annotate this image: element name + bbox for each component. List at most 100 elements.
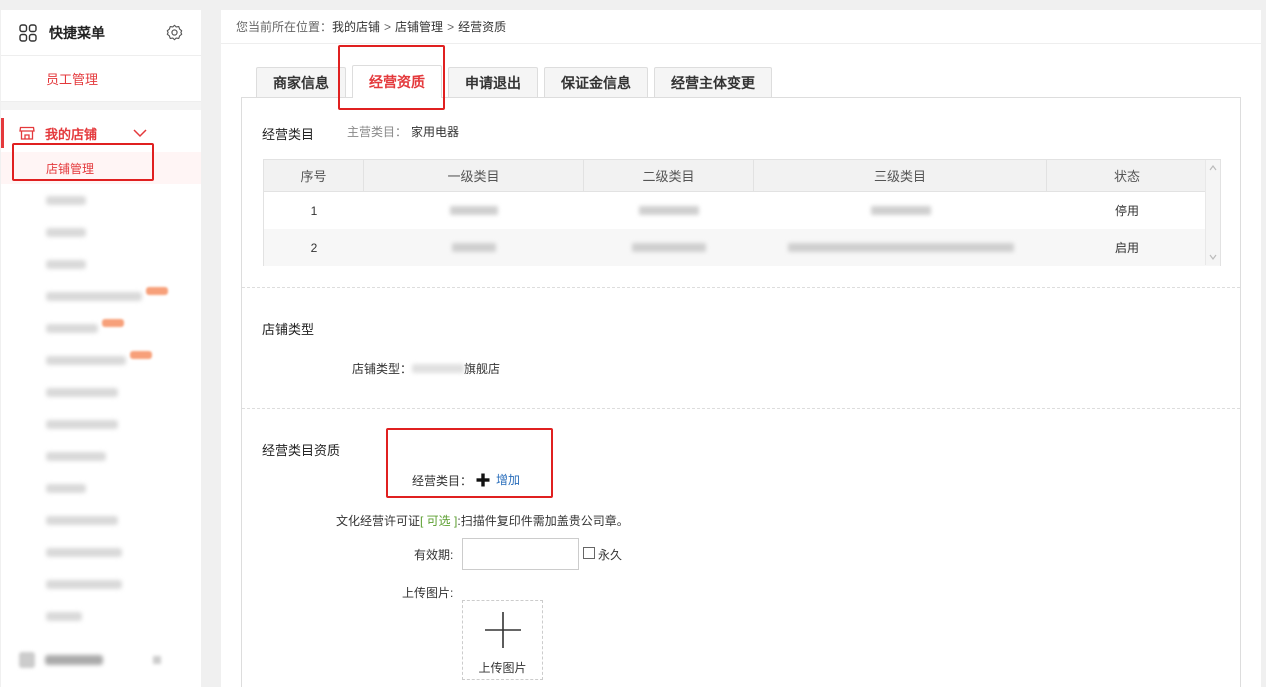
- tab-qualification[interactable]: 经营资质: [352, 65, 442, 98]
- sidebar-item-redacted[interactable]: [1, 568, 201, 600]
- annotation-box-store-management: [12, 143, 154, 181]
- new-badge: [130, 351, 152, 359]
- validity-date-input[interactable]: [462, 538, 579, 570]
- annotation-box-add-category: [386, 428, 553, 498]
- sidebar-item-redacted[interactable]: [1, 216, 201, 248]
- sidebar-item-redacted[interactable]: [1, 376, 201, 408]
- quick-item-staff[interactable]: 员工管理: [1, 56, 201, 102]
- table-scrollbar[interactable]: [1205, 160, 1220, 265]
- redacted-text: [787, 243, 1014, 252]
- redacted-text: [46, 227, 86, 237]
- redacted-text: [46, 419, 118, 429]
- upload-label: 上传图片:: [402, 586, 454, 600]
- column-header-level3: 三级类目: [754, 160, 1047, 191]
- redacted-text: [46, 387, 118, 397]
- license-description: 文化经营许可证[ 可选 ]:扫描件复印件需加盖贵公司章。: [336, 512, 629, 529]
- redacted-text: [46, 451, 106, 461]
- column-header-level1: 一级类目: [364, 160, 584, 191]
- breadcrumb: 您当前所在位置： 我的店铺 > 店铺管理 > 经营资质: [221, 10, 1261, 44]
- redacted-text: [46, 579, 122, 589]
- chevron-right-icon: [153, 656, 161, 664]
- redacted-text: [450, 206, 498, 215]
- column-header-status: 状态: [1113, 169, 1140, 184]
- breadcrumb-item-store-management[interactable]: 店铺管理: [395, 18, 443, 35]
- breadcrumb-separator: >: [447, 19, 455, 34]
- upload-image-button[interactable]: 上传图片: [462, 600, 543, 680]
- row-status[interactable]: 启用: [1047, 229, 1207, 266]
- sidebar-item-redacted[interactable]: [1, 344, 201, 376]
- redacted-text: [46, 483, 86, 493]
- redacted-text: [46, 355, 126, 365]
- category-table: 序号 一级类目 二级类目 三级类目 状态 1 停用 2 启用: [263, 159, 1221, 266]
- active-indicator: [1, 118, 4, 148]
- grid-icon: [19, 23, 37, 42]
- sidebar-section-label: 我的店铺: [45, 126, 98, 142]
- shop-icon: [19, 126, 35, 140]
- sidebar-item-redacted[interactable]: [1, 536, 201, 568]
- sidebar-section-products[interactable]: [1, 646, 201, 674]
- table-row: 2 启用: [264, 229, 1220, 266]
- sidebar-item-redacted[interactable]: [1, 472, 201, 504]
- add-image-icon: [484, 612, 521, 648]
- sidebar: 快捷菜单 员工管理 我的店铺 店铺管理: [1, 10, 201, 687]
- column-header-level2: 二级类目: [584, 160, 754, 191]
- sidebar-section-products-label: [45, 655, 103, 665]
- store-type-label: 店铺类型：: [352, 362, 413, 376]
- sidebar-item-redacted[interactable]: [1, 280, 201, 312]
- sidebar-item-redacted[interactable]: [1, 504, 201, 536]
- license-optional-tag: [ 可选 ]: [420, 514, 458, 528]
- category-section-title: 经营类目: [262, 127, 315, 142]
- sidebar-item-redacted[interactable]: [1, 312, 201, 344]
- table-header: 序号 一级类目 二级类目 三级类目 状态: [264, 160, 1220, 192]
- redacted-text: [46, 259, 86, 269]
- breadcrumb-item-my-store[interactable]: 我的店铺: [332, 18, 380, 35]
- redacted-text: [632, 243, 706, 252]
- row-status[interactable]: 停用: [1047, 192, 1207, 229]
- row-index: 1: [310, 203, 318, 218]
- new-badge: [146, 287, 168, 295]
- tab-deposit-info[interactable]: 保证金信息: [544, 67, 648, 98]
- breadcrumb-separator: >: [384, 19, 392, 34]
- sidebar-item-redacted[interactable]: [1, 184, 201, 216]
- redacted-text: [452, 243, 496, 252]
- row-level3: [754, 192, 1047, 229]
- quick-menu-header: 快捷菜单: [1, 10, 201, 56]
- new-badge: [102, 319, 124, 327]
- row-level3: [754, 229, 1047, 266]
- permanent-checkbox[interactable]: [583, 547, 595, 559]
- row-level2: [584, 192, 754, 229]
- breadcrumb-prefix: 您当前所在位置：: [236, 20, 333, 34]
- column-header-index: 序号: [264, 160, 364, 191]
- tab-apply-exit[interactable]: 申请退出: [448, 67, 538, 98]
- chevron-down-icon[interactable]: [133, 128, 147, 138]
- redacted-text: [46, 195, 86, 205]
- products-icon: [19, 652, 35, 668]
- main-category-value: 家用电器: [411, 125, 460, 139]
- sidebar-item-redacted[interactable]: [1, 440, 201, 472]
- breadcrumb-item-qualification: 经营资质: [458, 20, 507, 34]
- tab-merchant-info[interactable]: 商家信息: [256, 67, 346, 98]
- upload-button-text: 上传图片: [478, 661, 527, 675]
- store-type-value: 旗舰店: [464, 362, 501, 376]
- redacted-text: [46, 323, 98, 333]
- table-row: 1 停用: [264, 192, 1220, 229]
- row-index: 2: [310, 240, 318, 255]
- sidebar-item-redacted[interactable]: [1, 600, 201, 632]
- scroll-down-icon[interactable]: [1209, 253, 1217, 261]
- tab-entity-change[interactable]: 经营主体变更: [654, 67, 772, 98]
- row-level2: [584, 229, 754, 266]
- gear-icon[interactable]: [166, 24, 183, 41]
- redacted-text: [46, 291, 142, 301]
- redacted-text: [46, 611, 82, 621]
- section-divider: [242, 287, 1240, 288]
- scroll-up-icon[interactable]: [1209, 164, 1217, 172]
- sidebar-blurred-items: [1, 184, 201, 632]
- sidebar-item-redacted[interactable]: [1, 408, 201, 440]
- quick-menu-title: 快捷菜单: [49, 24, 105, 41]
- sidebar-item-redacted[interactable]: [1, 248, 201, 280]
- store-type-row: 店铺类型： 旗舰店: [352, 360, 500, 377]
- redacted-text: [639, 206, 699, 215]
- validity-label: 有效期:: [414, 548, 454, 562]
- row-level1: [364, 192, 584, 229]
- qualification-panel: 经营类目 主营类目： 家用电器 序号 一级类目 二级类目 三级类目 状态 1 停…: [241, 97, 1241, 687]
